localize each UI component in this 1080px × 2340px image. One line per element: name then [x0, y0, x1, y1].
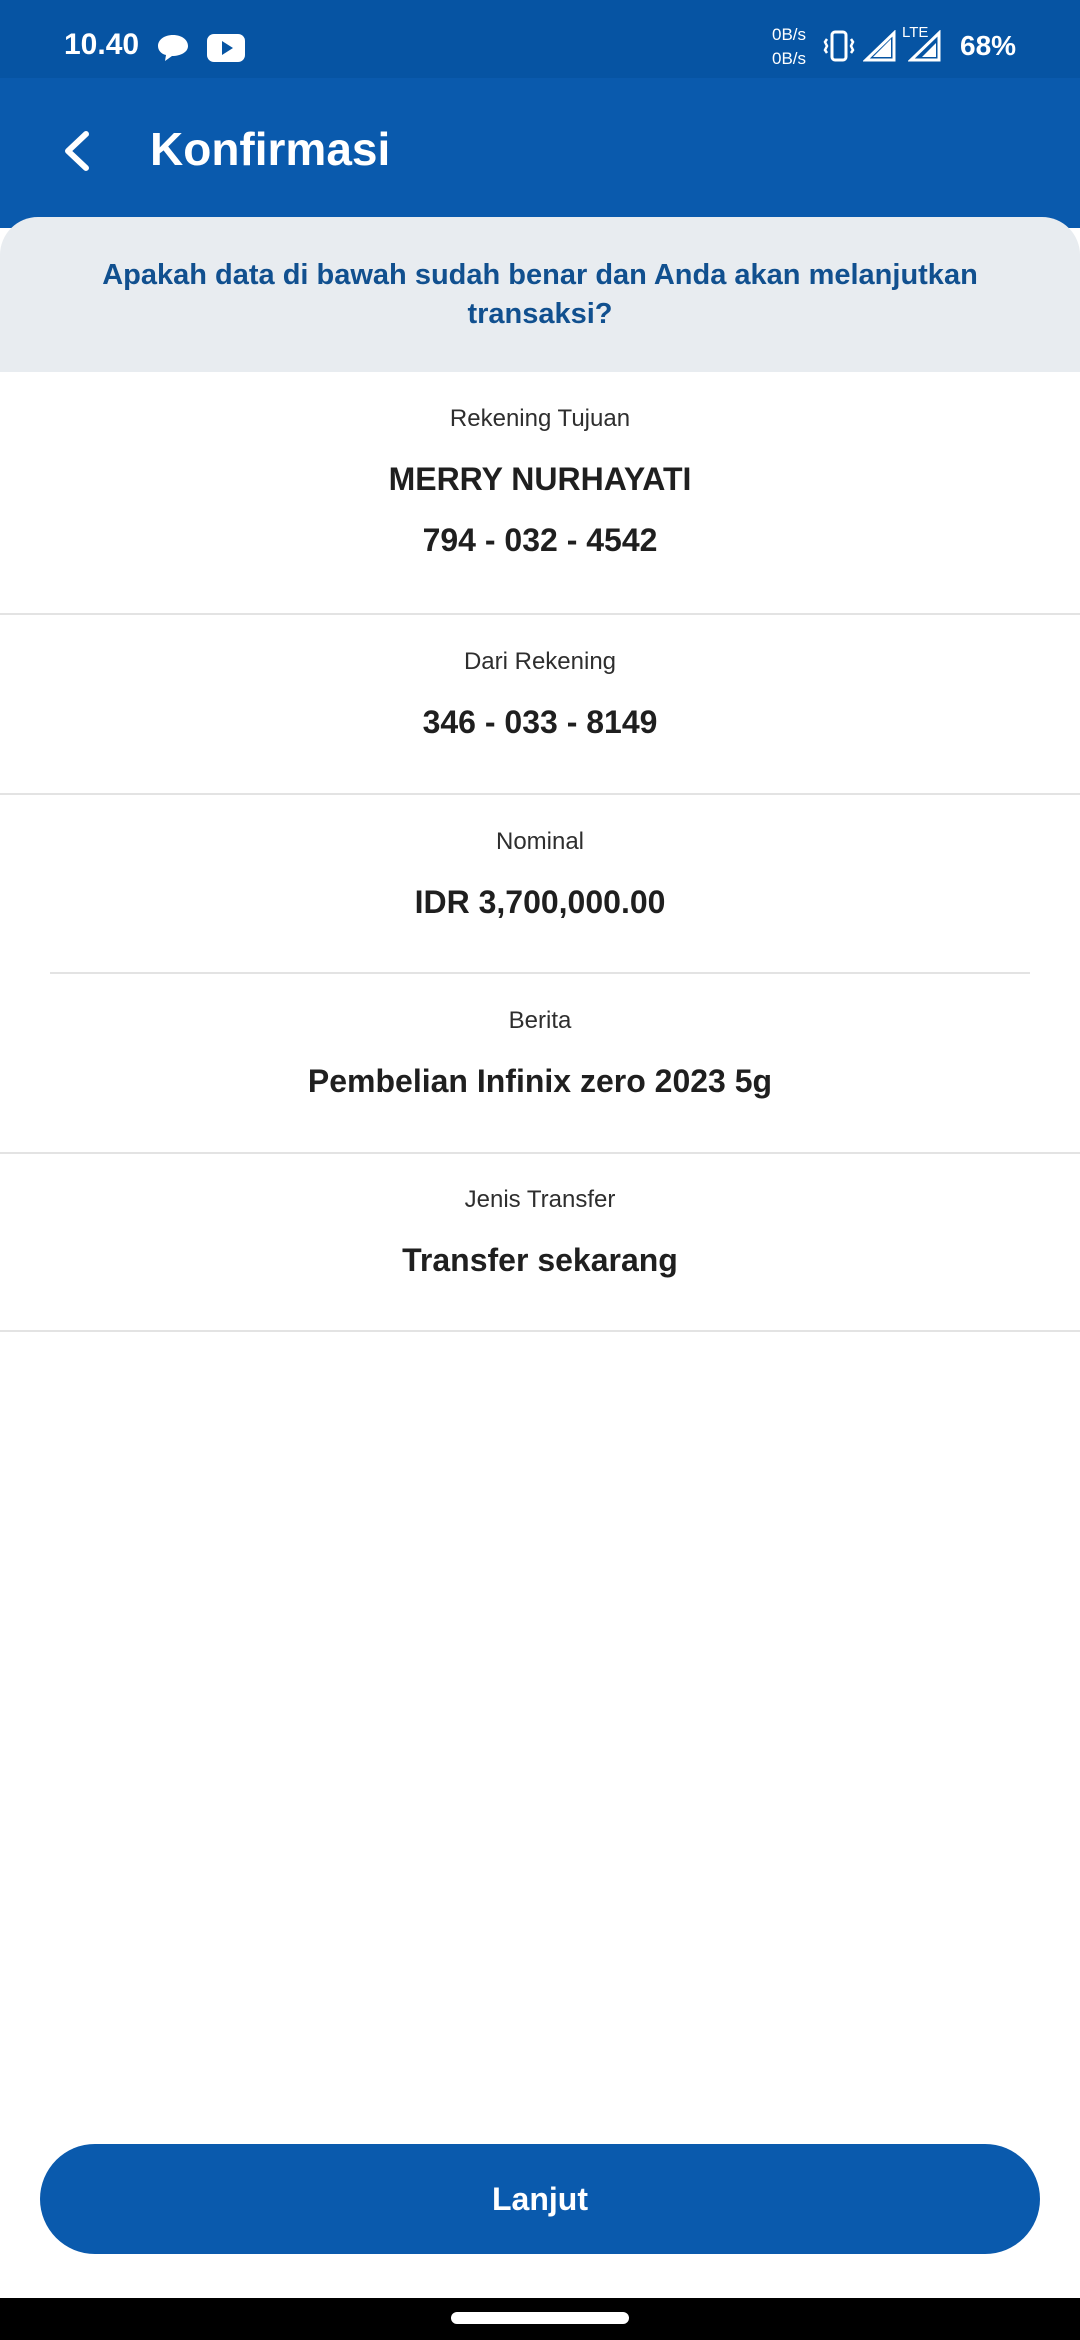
status-bar: 10.40 0B/s 0B/s LTE 68% [0, 0, 1080, 78]
page-title: Konfirmasi [150, 123, 391, 175]
transfer-type-label: Jenis Transfer [464, 1186, 616, 1213]
source-account-label: Dari Rekening [463, 648, 617, 675]
destination-account-name: MERRY NURHAYATI [388, 461, 692, 497]
destination-account-number: 794 - 032 - 4542 [422, 522, 658, 558]
prompt-text: Apakah data di bawah sudah benar dan And… [102, 258, 978, 330]
signal-icon [908, 30, 941, 62]
amount-label: Nominal [495, 828, 585, 855]
continue-button[interactable]: Lanjut [40, 2144, 1040, 2254]
message-value: Pembelian Infinix zero 2023 5g [307, 1063, 773, 1099]
confirmation-prompt: Apakah data di bawah sudah benar dan And… [0, 217, 1080, 372]
divider [0, 1152, 1080, 1154]
signal-icon [863, 30, 896, 62]
source-account-number: 346 - 033 - 8149 [422, 704, 658, 740]
destination-account-section: Rekening Tujuan MERRY NURHAYATI 794 - 03… [0, 405, 1080, 559]
amount-value: IDR 3,700,000.00 [414, 884, 666, 920]
source-account-section: Dari Rekening 346 - 033 - 8149 [0, 648, 1080, 741]
back-button[interactable] [52, 116, 108, 186]
destination-account-label: Rekening Tujuan [449, 405, 631, 432]
app-bar: Konfirmasi [0, 78, 1080, 228]
divider [50, 972, 1030, 974]
navigation-bar [0, 2298, 1080, 2340]
message-section: Berita Pembelian Infinix zero 2023 5g [0, 1007, 1080, 1100]
battery-level: 68% [960, 30, 1017, 61]
vibrate-icon [823, 30, 855, 62]
divider [0, 1330, 1080, 1332]
transfer-type-section: Jenis Transfer Transfer sekarang [0, 1186, 1080, 1279]
divider [0, 613, 1080, 615]
transfer-type-value: Transfer sekarang [402, 1242, 678, 1278]
amount-section: Nominal IDR 3,700,000.00 [0, 828, 1080, 921]
message-label: Berita [508, 1007, 572, 1034]
status-time: 10.40 [64, 28, 140, 61]
divider [0, 793, 1080, 795]
youtube-icon [207, 34, 245, 62]
chat-bubble-icon [158, 35, 188, 61]
confirmation-screen: 10.40 0B/s 0B/s LTE 68% Konfirmasi Apaka… [0, 0, 1080, 2340]
home-gesture-handle[interactable] [451, 2312, 629, 2324]
chevron-left-icon [65, 131, 89, 171]
network-speed: 0B/s 0B/s [772, 25, 807, 68]
